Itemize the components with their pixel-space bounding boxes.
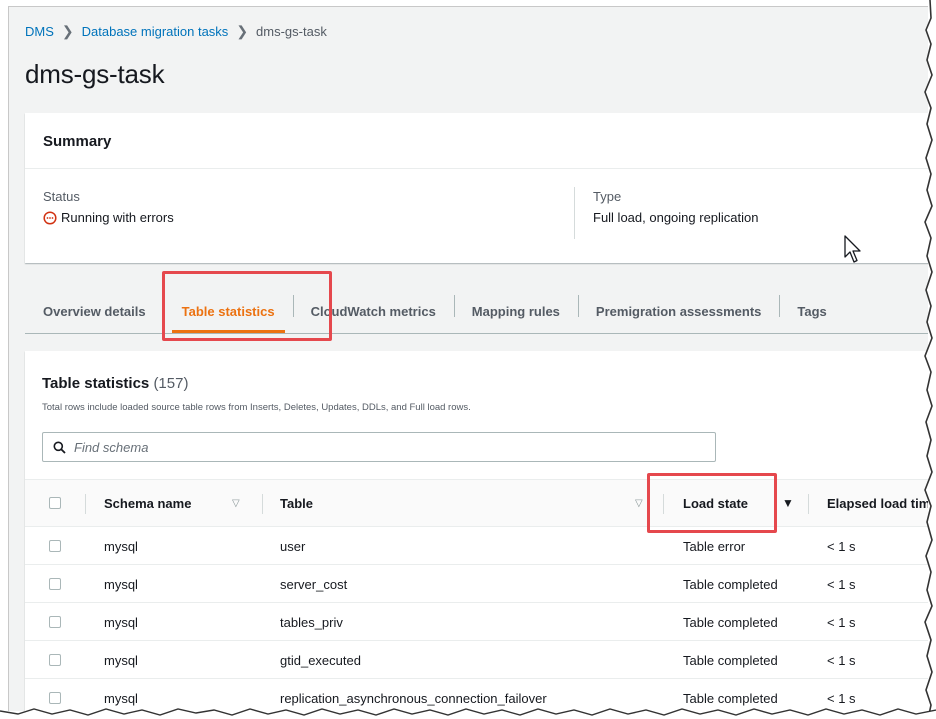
- summary-title: Summary: [25, 113, 928, 169]
- column-table[interactable]: Table: [280, 480, 313, 526]
- type-field: Type Full load, ongoing replication: [593, 189, 759, 225]
- tab-highlight-box: [162, 271, 332, 341]
- table-statistics-count: (157): [153, 375, 189, 392]
- column-elapsed-load-time[interactable]: Elapsed load time: [827, 480, 928, 526]
- breadcrumb: DMS ❯ Database migration tasks ❯ dms-gs-…: [25, 23, 327, 40]
- cell-schema-name: mysql: [104, 538, 138, 554]
- status-value-text: Running with errors: [61, 210, 174, 225]
- type-label: Type: [593, 189, 622, 204]
- column-highlight-box: [647, 473, 777, 533]
- cell-schema-name: mysql: [104, 614, 138, 630]
- column-divider: [262, 494, 263, 514]
- cell-elapsed-load-time: < 1 s: [827, 576, 856, 592]
- cell-table-name: server_cost: [280, 576, 348, 592]
- torn-edge-right: [924, 0, 936, 719]
- cell-elapsed-load-time: < 1 s: [827, 652, 856, 668]
- tab-premigration-assessments[interactable]: Premigration assessments: [577, 289, 779, 333]
- error-circle-icon: [43, 210, 57, 225]
- table-header: Schema name ▽ Table ▽ Load state ▼ Elaps…: [25, 479, 928, 527]
- row-checkbox[interactable]: [49, 692, 61, 704]
- torn-edge-bottom: [0, 708, 936, 719]
- row-checkbox-cell: [49, 641, 61, 679]
- tab-bar: Overview details Table statistics CloudW…: [25, 289, 845, 333]
- tab-mapping-rules[interactable]: Mapping rules: [453, 289, 578, 333]
- search-icon: [53, 441, 66, 454]
- mouse-pointer-icon: [844, 235, 861, 263]
- breadcrumb-dms-link[interactable]: DMS: [25, 24, 54, 39]
- tab-tags[interactable]: Tags: [779, 289, 844, 333]
- chevron-right-icon: ❯: [61, 23, 74, 39]
- column-schema-name-label: Schema name: [104, 495, 192, 511]
- table-statistics-panel: Table statistics (157) Total rows includ…: [25, 351, 928, 711]
- column-table-label: Table: [280, 495, 313, 511]
- search-box: [42, 432, 716, 462]
- select-all-checkbox-cell: [49, 480, 61, 526]
- breadcrumb-current: dms-gs-task: [256, 24, 327, 39]
- cell-elapsed-load-time: < 1 s: [827, 614, 856, 630]
- table-row[interactable]: mysql gtid_executed Table completed < 1 s: [25, 641, 928, 679]
- table-statistics-heading: Table statistics: [42, 375, 150, 392]
- sort-triangle-icon[interactable]: ▽: [635, 480, 643, 526]
- table-statistics-description: Total rows include loaded source table r…: [42, 402, 471, 413]
- row-checkbox[interactable]: [49, 540, 61, 552]
- find-schema-input[interactable]: [74, 439, 674, 455]
- cell-table-name: user: [280, 538, 306, 554]
- type-value: Full load, ongoing replication: [593, 210, 759, 225]
- row-checkbox-cell: [49, 565, 61, 603]
- console-frame: DMS ❯ Database migration tasks ❯ dms-gs-…: [8, 6, 928, 711]
- row-checkbox[interactable]: [49, 616, 61, 628]
- status-value: Running with errors: [43, 210, 174, 225]
- column-divider: [808, 494, 809, 514]
- summary-divider: [574, 187, 575, 239]
- chevron-right-icon: ❯: [236, 23, 249, 39]
- row-checkbox-cell: [49, 603, 61, 641]
- tab-underline: [25, 333, 928, 334]
- cell-load-state: Table completed: [683, 614, 778, 630]
- tab-overview-details[interactable]: Overview details: [25, 289, 164, 333]
- column-divider: [85, 494, 86, 514]
- select-all-checkbox[interactable]: [49, 497, 61, 509]
- table-row[interactable]: mysql user Table error < 1 s: [25, 527, 928, 565]
- cell-load-state: Table completed: [683, 576, 778, 592]
- row-checkbox[interactable]: [49, 578, 61, 590]
- table-statistics-title: Table statistics (157): [42, 375, 188, 392]
- sort-descending-icon[interactable]: ▼: [782, 480, 794, 526]
- cell-schema-name: mysql: [104, 652, 138, 668]
- cell-load-state: Table completed: [683, 652, 778, 668]
- row-checkbox-cell: [49, 527, 61, 565]
- summary-panel: Summary Status Running with errors Type …: [25, 113, 928, 263]
- column-elapsed-load-time-label: Elapsed load time: [827, 495, 928, 511]
- table-row[interactable]: mysql tables_priv Table completed < 1 s: [25, 603, 928, 641]
- status-label: Status: [43, 189, 80, 204]
- status-field: Status Running with errors: [43, 189, 174, 225]
- table-row[interactable]: mysql server_cost Table completed < 1 s: [25, 565, 928, 603]
- cell-table-name: tables_priv: [280, 614, 343, 630]
- sort-triangle-icon[interactable]: ▽: [232, 480, 240, 526]
- row-checkbox[interactable]: [49, 654, 61, 666]
- breadcrumb-tasks-link[interactable]: Database migration tasks: [82, 24, 229, 39]
- page-title: dms-gs-task: [25, 59, 165, 89]
- cell-elapsed-load-time: < 1 s: [827, 538, 856, 554]
- cell-table-name: gtid_executed: [280, 652, 361, 668]
- cell-schema-name: mysql: [104, 576, 138, 592]
